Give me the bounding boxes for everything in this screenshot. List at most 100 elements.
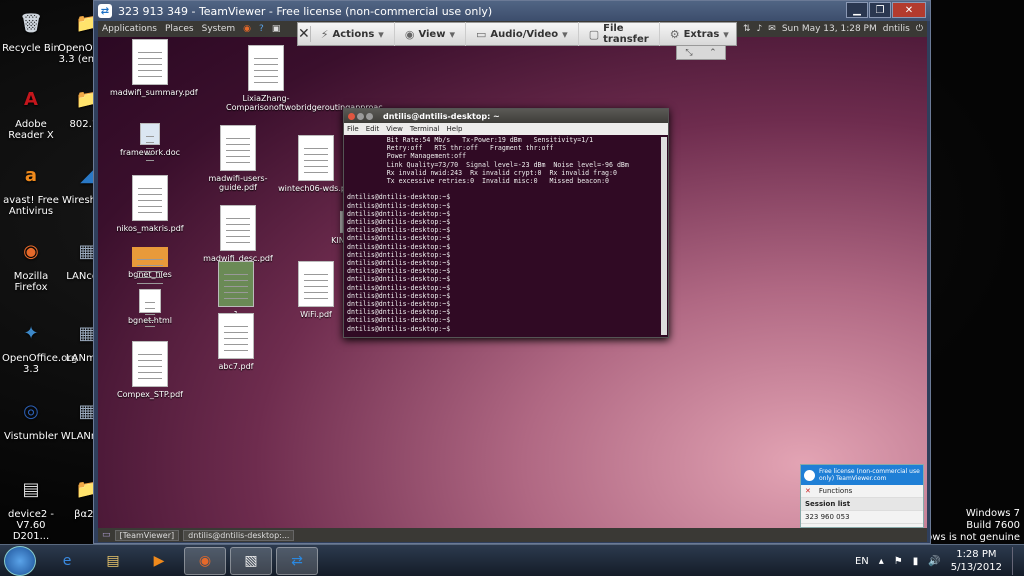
terminal-line: Power Management:off [347,152,467,161]
remote-clock[interactable]: Sun May 13, 1:28 PM [782,24,877,34]
desktop-icon[interactable]: A Adobe Reader X [2,82,60,141]
remote-file-icon[interactable]: LixiaZhang-Comparisonoftwobridgeroutinga… [226,45,390,112]
remote-file-icon[interactable]: bgnet.html [110,289,190,327]
power-icon[interactable]: ⏻ [916,24,923,34]
language-indicator[interactable]: EN [855,556,869,567]
chat-icon: ▭ [475,27,487,41]
applications-menu[interactable]: Applications [102,24,157,34]
terminal-menu-terminal[interactable]: Terminal [410,125,440,133]
file-icon: ▢ [588,27,600,41]
functions-menu[interactable]: Functions [819,487,852,495]
document-icon [218,261,254,307]
remote-file-label: Compex_STP.pdf [117,390,183,399]
terminal-line: dntilis@dntilis-desktop:~$ [347,209,451,218]
remote-file-icon[interactable]: bgnet_files [110,247,190,284]
extras-menu[interactable]: ⚙ Extras ▾ [660,22,739,46]
show-desktop-button[interactable] [1012,547,1020,575]
terminal-line: Link Quality=73/70 Signal level=-23 dBm … [347,160,629,169]
remote-file-icon[interactable]: framework.doc [110,123,190,161]
terminal-output[interactable]: Bit Rate:54 Mb/s Tx-Power:19 dBm Sensiti… [344,135,668,337]
panel-close-icon[interactable]: ✕ [805,487,811,495]
document-icon [220,205,256,251]
desktop-icon-label: Vistumbler [4,431,58,442]
flag-icon[interactable]: ⚑ [894,556,903,567]
terminal-maximize-button[interactable] [366,112,373,120]
remote-file-icon[interactable]: abc7.pdf [196,313,276,371]
terminal-scrollbar[interactable] [661,137,667,335]
explorer-icon[interactable]: ▤ [92,547,134,575]
document-icon [132,39,168,85]
task-teamviewer[interactable]: [TeamViewer] [114,529,180,541]
media-player-icon[interactable]: ▶ [138,547,180,575]
terminal-menu-help[interactable]: Help [447,125,463,133]
session-list-header[interactable]: Session list [805,500,850,508]
terminal-close-button[interactable] [348,112,355,120]
remote-file-icon[interactable]: madwifi_summary.pdf [110,39,198,97]
remote-file-icon[interactable]: nikos_makris.pdf [110,175,190,233]
terminal-title: dntilis@dntilis-desktop: ~ [383,111,500,121]
gears-icon: ⚙ [669,27,680,41]
desktop-icon[interactable]: ◎ Vistumbler [2,394,60,442]
terminal-line: dntilis@dntilis-desktop:~$ [347,291,451,300]
terminal-titlebar[interactable]: dntilis@dntilis-desktop: ~ [344,109,668,123]
close-session-button[interactable]: ✕ [298,26,311,42]
document-icon [248,45,284,91]
teamviewer-window[interactable]: ⇄ 323 913 349 - TeamViewer - Free licens… [93,0,931,544]
desktop-icon[interactable]: ▤ device2 - V7.60 D201... [2,472,60,542]
minimize-button[interactable]: ▁ [846,2,868,18]
desktop-icon[interactable]: ✦ OpenOffice.org 3.3 [2,316,78,375]
terminal-window[interactable]: dntilis@dntilis-desktop: ~ File Edit Vie… [343,108,669,338]
firefox-icon[interactable]: ◉ [184,547,226,575]
system-menu[interactable]: System [202,24,236,34]
desktop-icon[interactable]: a avast! Free Antivirus [2,158,60,217]
places-menu[interactable]: Places [165,24,194,34]
volume-icon[interactable]: ♪ [757,24,763,34]
collapse-toolbar-icon[interactable]: ⌃ [709,48,717,58]
teamviewer-titlebar[interactable]: ⇄ 323 913 349 - TeamViewer - Free licens… [94,1,930,21]
close-button[interactable]: ✕ [892,2,926,18]
maximize-button[interactable]: ❐ [869,2,891,18]
desktop-icon-label: OpenOffice.org 3.3 [2,353,78,375]
show-desktop-icon[interactable]: ▭ [102,530,111,540]
toolbar-tab[interactable]: ⤡ ⌃ [676,46,726,60]
desktop-icon[interactable]: 🗑 Recycle Bin [2,6,60,54]
network-icon[interactable]: ⇅ [743,24,751,34]
teamviewer-session-panel[interactable]: Free license (non-commercial use only) T… [800,464,924,528]
actions-menu[interactable]: ⚡ Actions ▾ [311,22,395,46]
start-button[interactable] [4,546,36,576]
terminal-line: dntilis@dntilis-desktop:~$ [347,300,451,309]
terminal-line: dntilis@dntilis-desktop:~$ [347,275,451,284]
document-icon [139,289,161,327]
terminal-launcher-icon[interactable]: ▣ [272,24,281,34]
file-transfer-button[interactable]: ▢ File transfer [579,22,660,46]
audio-video-menu[interactable]: ▭ Audio/Video ▾ [466,22,579,46]
desktop-icon-glyph: ◎ [23,400,39,422]
taskbar-clock[interactable]: 1:28 PM 5/13/2012 [951,548,1002,574]
document-viewer-icon[interactable]: ▧ [230,547,272,575]
fullscreen-toggle-icon[interactable]: ⤡ [685,48,692,58]
remote-file-icon[interactable]: Compex_STP.pdf [110,341,190,399]
firefox-launcher-icon[interactable]: ◉ [243,24,251,34]
show-hidden-icons[interactable]: ▴ [879,556,884,567]
terminal-menu-view[interactable]: View [386,125,403,133]
task-terminal[interactable]: dntilis@dntilis-desktop:... [183,529,295,541]
internet-explorer-icon[interactable]: e [46,547,88,575]
teamviewer-taskbar-icon[interactable]: ⇄ [276,547,318,575]
terminal-menu-file[interactable]: File [347,125,359,133]
session-id[interactable]: 323 960 053 [805,513,850,521]
desktop-icon[interactable]: ◉ Mozilla Firefox [2,234,60,293]
remote-file-icon[interactable]: 1 [196,261,276,319]
document-icon [132,175,168,221]
terminal-minimize-button[interactable] [357,112,364,120]
view-menu[interactable]: ◉ View ▾ [395,22,466,46]
signal-icon[interactable]: ▮ [913,556,919,567]
help-icon[interactable]: ? [259,24,264,34]
remote-file-label: framework.doc [120,148,180,157]
terminal-menu-edit[interactable]: Edit [366,125,380,133]
desktop-icon-glyph: ▤ [22,478,40,500]
volume-icon[interactable]: 🔊 [928,556,940,567]
remote-file-icon[interactable]: madwifi_desc.pdf [198,205,278,263]
user-menu[interactable]: dntilis [883,24,910,34]
mail-icon[interactable]: ✉ [768,24,776,34]
remote-file-icon[interactable]: madwifi-users-guide.pdf [198,125,278,192]
